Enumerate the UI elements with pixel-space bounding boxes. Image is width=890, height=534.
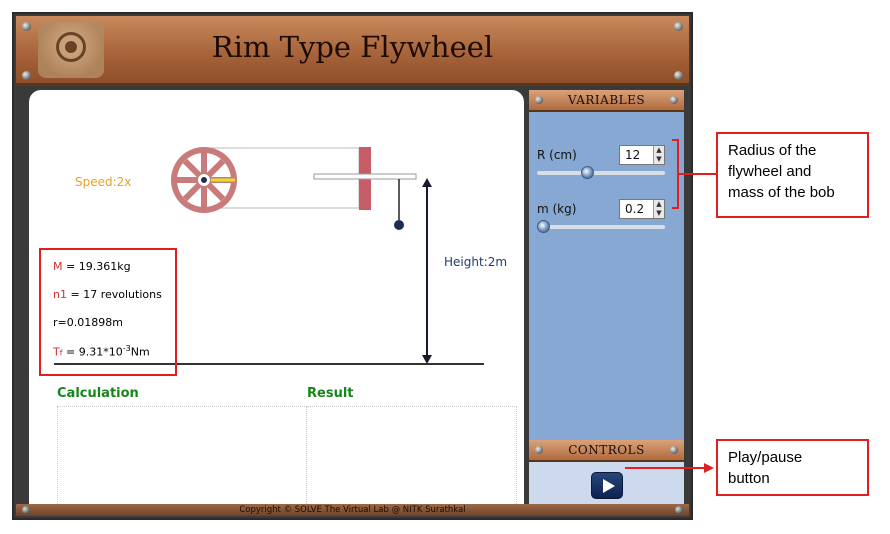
annotation-line: flywheel and xyxy=(728,163,812,180)
annotation-line: button xyxy=(728,470,770,487)
variables-annotation: Radius of the flywheel and mass of the b… xyxy=(716,132,869,218)
annotation-line: Play/pause xyxy=(728,449,803,466)
play-annotation: Play/pause button xyxy=(716,439,869,496)
annotation-line: mass of the bob xyxy=(728,184,835,201)
annotation-line: Radius of the xyxy=(728,142,817,159)
page: Rim Type Flywheel Speed:2x Height:2m M =… xyxy=(0,0,890,534)
